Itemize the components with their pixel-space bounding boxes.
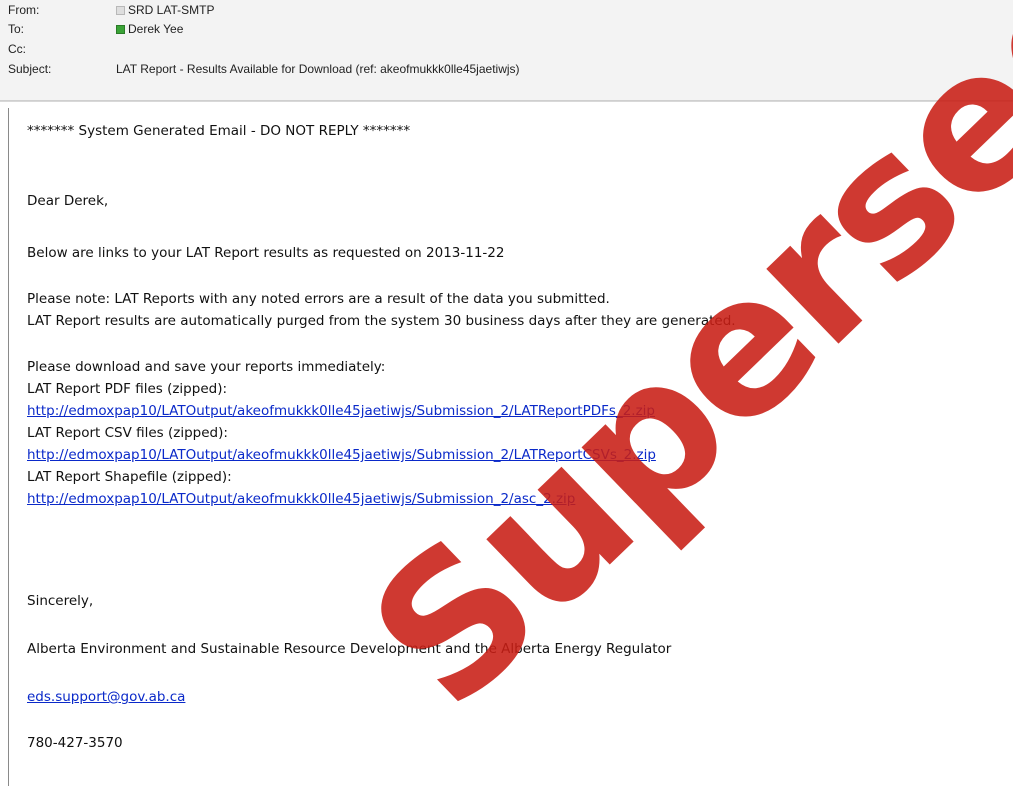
subject-label: Subject:: [8, 62, 52, 76]
to-label: To:: [8, 22, 25, 36]
intro-text: Below are links to your LAT Report resul…: [27, 245, 505, 261]
from-label: From:: [8, 3, 40, 17]
shapefile-label: LAT Report Shapefile (zipped):: [27, 469, 232, 485]
to-value[interactable]: Derek Yee: [116, 20, 183, 38]
superseded-watermark: Superseded: [330, 0, 1013, 749]
support-phone: 780-427-3570: [27, 735, 123, 751]
message-body-border: [8, 108, 9, 786]
subject-value: LAT Report - Results Available for Downl…: [116, 62, 520, 76]
shapefile-download-link[interactable]: http://edmoxpap10/LATOutput/akeofmukkk0l…: [27, 488, 575, 510]
to-recipient[interactable]: Derek Yee: [128, 20, 183, 38]
download-prompt: Please download and save your reports im…: [27, 359, 386, 375]
from-sender[interactable]: SRD LAT-SMTP: [128, 1, 214, 19]
pdf-label: LAT Report PDF files (zipped):: [27, 381, 228, 397]
presence-online-icon: [116, 24, 125, 34]
support-email-link[interactable]: eds.support@gov.ab.ca: [27, 686, 185, 708]
note-purge: LAT Report results are automatically pur…: [27, 313, 736, 329]
pdf-download-link[interactable]: http://edmoxpap10/LATOutput/akeofmukkk0l…: [27, 400, 655, 422]
greeting: Dear Derek,: [27, 193, 109, 209]
from-row: From: SRD LAT-SMTP: [0, 1, 1013, 19]
presence-unknown-icon: [116, 5, 125, 15]
csv-download-link[interactable]: http://edmoxpap10/LATOutput/akeofmukkk0l…: [27, 444, 656, 466]
signature: Alberta Environment and Sustainable Reso…: [27, 641, 672, 657]
email-window: From: SRD LAT-SMTP To: Derek Yee Cc: Sub…: [0, 0, 1013, 786]
cc-row: Cc:: [0, 40, 1013, 58]
csv-label: LAT Report CSV files (zipped):: [27, 425, 228, 441]
cc-label: Cc:: [8, 42, 26, 56]
email-header: From: SRD LAT-SMTP To: Derek Yee Cc: Sub…: [0, 0, 1013, 102]
system-banner: ******* System Generated Email - DO NOT …: [27, 123, 411, 139]
closing: Sincerely,: [27, 593, 94, 609]
to-row: To: Derek Yee: [0, 20, 1013, 38]
header-divider: [0, 100, 1013, 101]
note-errors: Please note: LAT Reports with any noted …: [27, 291, 610, 307]
subject-row: Subject: LAT Report - Results Available …: [0, 60, 1013, 78]
from-value[interactable]: SRD LAT-SMTP: [116, 1, 214, 19]
